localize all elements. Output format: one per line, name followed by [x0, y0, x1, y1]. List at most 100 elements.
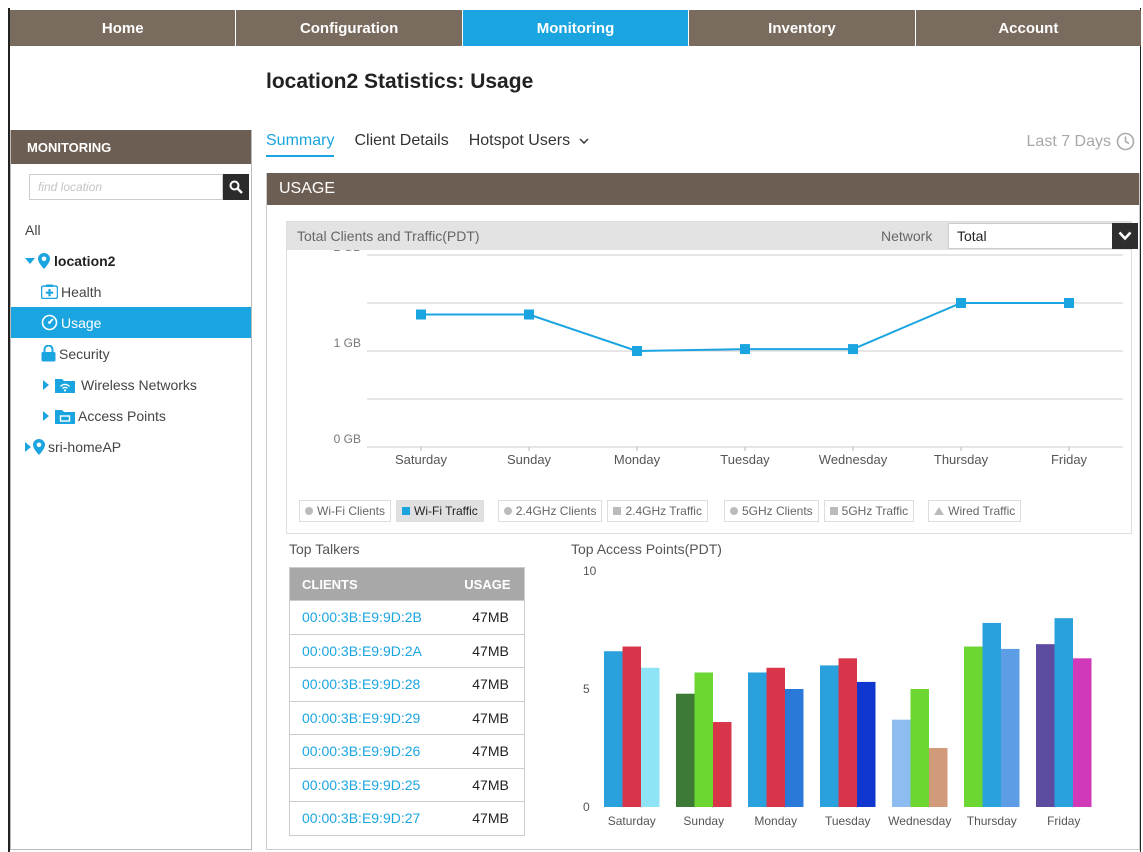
chevron-down-icon	[579, 138, 589, 144]
top-talkers-title: Top Talkers	[289, 541, 360, 557]
bar[interactable]	[604, 651, 623, 807]
data-point[interactable]	[524, 309, 534, 320]
table-row: 00:00:3B:E9:9D:2A 47MB	[289, 633, 525, 668]
client-mac-link[interactable]: 00:00:3B:E9:9D:26	[289, 734, 453, 768]
location-search-input[interactable]	[29, 174, 223, 200]
x-tick-label: Monday	[754, 814, 797, 828]
legend-label: 5GHz Clients	[741, 504, 813, 518]
network-select[interactable]: Total	[948, 223, 1138, 249]
client-usage: 47MB	[452, 600, 525, 634]
data-point[interactable]	[632, 346, 642, 356]
traffic-line-chart: 0 GB 1 GB 2 GB Saturday Sunday Monday Tuesday W…	[334, 250, 1123, 467]
tab-client-details[interactable]: Client Details	[354, 132, 448, 157]
bar[interactable]	[910, 689, 930, 807]
top-nav: Home Configuration Monitoring Inventory …	[10, 10, 1142, 46]
client-mac-link[interactable]: 00:00:3B:E9:9D:2A	[289, 633, 453, 668]
tab-summary[interactable]: Summary	[266, 132, 335, 157]
tree-all[interactable]: All	[11, 214, 251, 245]
legend-label: Wi-Fi Clients	[317, 504, 385, 518]
access-point-folder-icon	[55, 408, 75, 424]
bar[interactable]	[713, 722, 732, 807]
x-tick-label: Friday	[1051, 452, 1088, 467]
bar[interactable]	[892, 719, 911, 807]
clock-icon	[1116, 132, 1135, 151]
bar[interactable]	[820, 665, 839, 807]
bar[interactable]	[1073, 658, 1092, 807]
dropdown-toggle[interactable]	[1112, 223, 1138, 249]
chevron-down-icon[interactable]	[25, 257, 35, 264]
bar[interactable]	[982, 622, 1002, 807]
sidebar-item-access-points[interactable]: Access Points	[11, 400, 251, 431]
data-point[interactable]	[740, 344, 750, 355]
tree-sri-homeap[interactable]: sri-homeAP	[11, 431, 251, 462]
column-header-usage: USAGE	[452, 567, 525, 601]
bar[interactable]	[1036, 644, 1055, 807]
bar[interactable]	[857, 681, 876, 807]
traffic-chart-header: Total Clients and Traffic(PDT) Network T…	[287, 222, 1138, 250]
chevron-right-icon[interactable]	[43, 410, 49, 421]
bar[interactable]	[1054, 618, 1074, 807]
legend-item[interactable]: 5GHz Clients	[723, 500, 819, 522]
client-usage: 47MB	[452, 700, 525, 735]
bar[interactable]	[1001, 648, 1020, 807]
chart-legend: Wi-Fi Clients Wi-Fi Traffic 2.4GHz Clients…	[299, 500, 1022, 522]
nav-tab-account[interactable]: Account	[915, 10, 1142, 46]
client-mac-link[interactable]: 00:00:3B:E9:9D:2B	[289, 600, 453, 634]
bar[interactable]	[641, 667, 660, 807]
chevron-right-icon[interactable]	[25, 441, 31, 452]
data-point[interactable]	[848, 344, 858, 355]
bar[interactable]	[694, 672, 714, 807]
legend-item[interactable]: 5GHz Traffic	[823, 500, 915, 522]
legend-label: Wired Traffic	[948, 504, 1016, 518]
client-mac-link[interactable]: 00:00:3B:E9:9D:27	[289, 801, 453, 835]
bar[interactable]	[676, 693, 695, 807]
tree-location2[interactable]: location2	[11, 245, 251, 276]
location-pin-icon	[38, 252, 50, 269]
x-tick-label: Thursday	[967, 814, 1017, 828]
legend-item[interactable]: 2.4GHz Clients	[497, 500, 603, 522]
bar[interactable]	[838, 658, 858, 807]
time-range-selector[interactable]: Last 7 Days	[1027, 132, 1135, 151]
data-point[interactable]	[1064, 298, 1074, 308]
nav-tab-home[interactable]: Home	[10, 10, 237, 46]
legend-item[interactable]: Wired Traffic	[928, 500, 1022, 522]
client-usage: 47MB	[452, 633, 525, 668]
sidebar-item-health[interactable]: Health	[11, 276, 251, 307]
legend-item[interactable]: Wi-Fi Traffic	[396, 500, 484, 522]
bar[interactable]	[766, 667, 786, 807]
x-tick-label: Thursday	[934, 452, 989, 467]
y-tick-label: 0 GB	[334, 432, 361, 446]
sidebar-item-usage[interactable]: Usage	[11, 307, 251, 338]
legend-item[interactable]: 2.4GHz Traffic	[607, 500, 708, 522]
nav-tab-inventory[interactable]: Inventory	[689, 10, 916, 46]
bar[interactable]	[964, 646, 983, 807]
tab-hotspot-users[interactable]: Hotspot Users	[469, 132, 589, 157]
network-label: Network	[881, 228, 933, 244]
top-access-points-chart: 0 5 10 Saturday Sunday Monday Tuesday Wednesday…	[583, 564, 1092, 828]
sidebar: MONITORING All location2 Health Usage Se…	[10, 130, 252, 850]
sidebar-item-wireless-networks[interactable]: Wireless Networks	[11, 369, 251, 400]
data-point[interactable]	[416, 309, 426, 320]
client-mac-link[interactable]: 00:00:3B:E9:9D:25	[289, 767, 453, 802]
tab-hotspot-users-label: Hotspot Users	[468, 132, 571, 149]
legend-label: 2.4GHz Clients	[515, 504, 597, 518]
nav-tab-monitoring[interactable]: Monitoring	[462, 10, 690, 46]
client-mac-link[interactable]: 00:00:3B:E9:9D:28	[289, 667, 453, 701]
bar[interactable]	[929, 748, 948, 807]
client-mac-link[interactable]: 00:00:3B:E9:9D:29	[289, 700, 453, 735]
legend-swatch-icon	[503, 507, 512, 515]
bar[interactable]	[785, 689, 804, 807]
data-point[interactable]	[956, 298, 966, 308]
traffic-chart-title: Total Clients and Traffic(PDT)	[297, 228, 480, 244]
legend-swatch-icon	[305, 507, 313, 515]
bar[interactable]	[622, 646, 642, 807]
bar[interactable]	[748, 672, 767, 807]
sidebar-item-security[interactable]: Security	[11, 338, 251, 369]
search-button[interactable]	[223, 174, 249, 200]
client-usage: 47MB	[452, 801, 525, 835]
legend-item[interactable]: Wi-Fi Clients	[299, 500, 391, 522]
table-row: 00:00:3B:E9:9D:27 47MB	[289, 801, 525, 835]
chevron-right-icon[interactable]	[43, 379, 49, 390]
nav-tab-configuration[interactable]: Configuration	[236, 10, 463, 46]
location-tree: All location2 Health Usage Security Wire…	[11, 214, 251, 462]
